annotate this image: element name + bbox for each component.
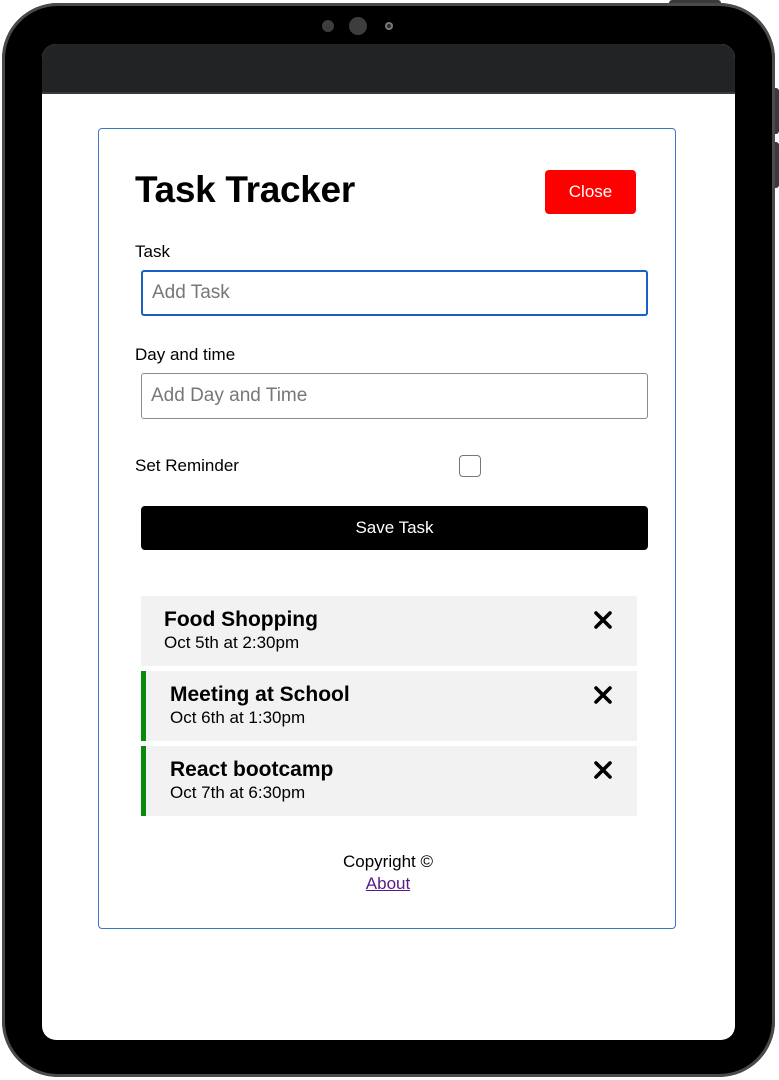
- camera-icon: [349, 17, 367, 35]
- screen: Task Tracker Close Task Day and time Set…: [42, 44, 735, 1040]
- task-item[interactable]: React bootcamp Oct 7th at 6:30pm: [141, 746, 637, 816]
- task-day: Oct 7th at 6:30pm: [170, 783, 306, 802]
- task-label: Task: [135, 242, 170, 261]
- close-button[interactable]: Close: [545, 170, 636, 214]
- browser-bar: [42, 44, 735, 94]
- task-item[interactable]: Food Shopping Oct 5th at 2:30pm: [141, 596, 637, 666]
- camera-lens-icon: [385, 22, 393, 30]
- close-icon[interactable]: [591, 683, 615, 707]
- day-time-input[interactable]: [141, 373, 648, 419]
- task-input[interactable]: [141, 270, 648, 316]
- task-item[interactable]: Meeting at School Oct 6th at 1:30pm: [141, 671, 637, 741]
- close-icon[interactable]: [591, 758, 615, 782]
- day-time-label: Day and time: [135, 345, 236, 364]
- about-link[interactable]: About: [366, 874, 410, 893]
- task-title: Meeting at School: [170, 683, 350, 706]
- save-task-button[interactable]: Save Task: [141, 506, 648, 550]
- task-day: Oct 5th at 2:30pm: [164, 633, 300, 652]
- task-title: React bootcamp: [170, 758, 334, 781]
- page-title: Task Tracker: [135, 169, 355, 210]
- footer: Copyright © About: [99, 851, 677, 895]
- reminder-label: Set Reminder: [135, 456, 239, 475]
- sensor-icon: [322, 20, 334, 32]
- task-day: Oct 6th at 1:30pm: [170, 708, 306, 727]
- task-tracker-app: Task Tracker Close Task Day and time Set…: [98, 128, 676, 929]
- task-title: Food Shopping: [164, 608, 318, 631]
- close-icon[interactable]: [591, 608, 615, 632]
- reminder-checkbox[interactable]: [459, 455, 481, 477]
- copyright-text: Copyright ©: [342, 852, 433, 871]
- tablet-device: Task Tracker Close Task Day and time Set…: [0, 0, 779, 1080]
